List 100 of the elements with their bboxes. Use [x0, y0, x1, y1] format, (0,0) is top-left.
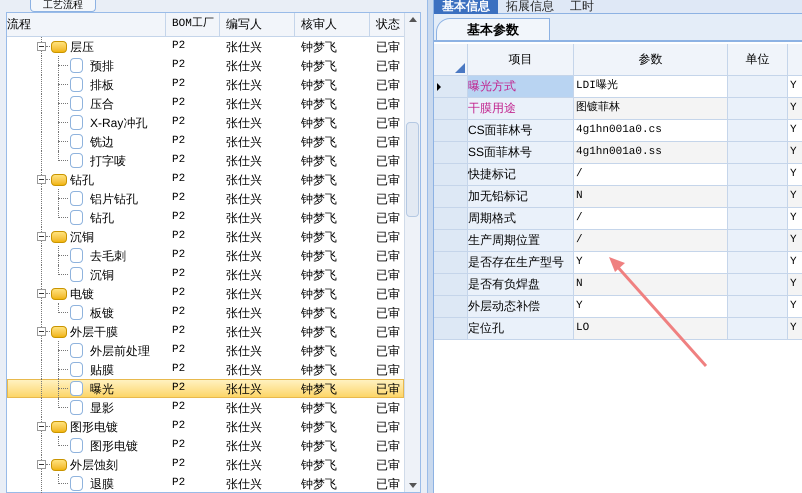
column-header[interactable]: 核审人: [295, 13, 370, 36]
table-cell-text: 已审: [375, 286, 401, 302]
table-cell-text: Y: [789, 233, 797, 248]
node-label[interactable]: 层压: [70, 38, 94, 56]
node-label[interactable]: 图形电镀: [70, 418, 118, 436]
table-cell-text: 张仕兴: [225, 380, 263, 398]
node-label[interactable]: 曝光: [90, 380, 114, 398]
table-cell-text: 钟梦飞: [300, 96, 338, 112]
table-cell: 干膜用途: [468, 98, 574, 119]
column-header[interactable]: 项目: [468, 44, 574, 75]
table-row[interactable]: 曝光方式 LDI曝光 Y: [434, 76, 802, 98]
table-row[interactable]: 是否存在生产型号 Y Y: [434, 252, 802, 274]
node-label[interactable]: 外层干膜: [70, 322, 118, 340]
node-label[interactable]: 显影: [90, 398, 114, 416]
expander-icon[interactable]: [37, 422, 46, 431]
table-cell: [728, 274, 788, 295]
table-cell-text: 钟梦飞: [300, 362, 338, 378]
node-label[interactable]: 图形电镀: [90, 436, 138, 454]
node-label[interactable]: 预排: [90, 56, 114, 74]
node-label[interactable]: 排板: [90, 76, 114, 94]
node-label[interactable]: 外层前处理: [90, 342, 150, 360]
table-cell-text: 张仕兴: [225, 286, 263, 302]
table-row[interactable]: 加无铅标记 N Y: [434, 186, 802, 208]
table-cell-text: P2: [171, 134, 186, 150]
table-row[interactable]: 干膜用途 图镀菲林 Y: [434, 98, 802, 120]
table-cell-text: 钟梦飞: [300, 114, 338, 132]
expander-icon[interactable]: [37, 42, 46, 51]
table-row[interactable]: 外层动态补偿 Y Y: [434, 296, 802, 318]
table-cell-text: 已审: [375, 342, 401, 360]
table-cell-text: 已审: [375, 418, 401, 436]
table-cell: SS面菲林号: [468, 142, 574, 163]
column-header[interactable]: BOM工厂: [166, 13, 220, 36]
table-cell-text: P2: [171, 58, 186, 74]
scroll-down-icon[interactable]: [408, 483, 416, 488]
table-cell: 外层动态补偿: [468, 296, 574, 317]
node-label[interactable]: 去毛刺: [90, 246, 126, 264]
tab[interactable]: 拓展信息: [498, 0, 562, 14]
table-cell: CS面菲林号: [468, 120, 574, 141]
node-label[interactable]: 压合: [90, 94, 114, 112]
table-cell-text: 钟梦飞: [300, 228, 338, 246]
column-header[interactable]: 单位: [728, 44, 788, 75]
node-label[interactable]: 外层蚀刻: [70, 456, 118, 474]
node-label[interactable]: 钻孔: [70, 170, 94, 188]
node-label[interactable]: X-Ray冲孔: [90, 114, 148, 132]
expander-icon[interactable]: [37, 327, 46, 336]
node-label[interactable]: 贴膜: [90, 360, 114, 378]
table-cell-text: 张仕兴: [225, 134, 263, 150]
table-row[interactable]: 是否有负焊盘 N Y: [434, 274, 802, 296]
column-header[interactable]: 流程: [7, 13, 166, 36]
table-row[interactable]: 周期格式 / Y: [434, 208, 802, 230]
node-label[interactable]: 打字唛: [90, 152, 126, 170]
expander-icon[interactable]: [37, 232, 46, 241]
table-cell-text: 钟梦飞: [300, 38, 338, 56]
expander-icon[interactable]: [37, 175, 46, 184]
table-cell-text: 张仕兴: [225, 476, 263, 492]
table-cell-text: P2: [171, 39, 186, 54]
table-row[interactable]: SS面菲林号 4g1hn001a0.ss Y: [434, 142, 802, 164]
folder-icon: [51, 288, 67, 300]
node-label[interactable]: 板镀: [90, 304, 114, 322]
table-cell-text: 已审: [375, 324, 401, 340]
table-cell-text: 钟梦飞: [300, 76, 338, 94]
table-cell-text: 已审: [375, 362, 401, 378]
node-label[interactable]: 沉铜: [90, 266, 114, 284]
table-cell-text: 已审: [375, 152, 401, 170]
table-cell-text: P2: [171, 457, 186, 472]
node-label[interactable]: 铝片钻孔: [90, 190, 138, 208]
table-cell-text: 张仕兴: [225, 304, 263, 322]
scrollbar-thumb[interactable]: [406, 122, 419, 217]
table-cell: 是否有负焊盘: [468, 274, 574, 295]
table-cell-text: 钟梦飞: [300, 324, 338, 340]
expander-icon[interactable]: [37, 460, 46, 469]
table-row[interactable]: 快捷标记 / Y: [434, 164, 802, 186]
table-row[interactable]: 生产周期位置 / Y: [434, 230, 802, 252]
column-header[interactable]: 参数: [574, 44, 728, 75]
table-row[interactable]: CS面菲林号 4g1hn001a0.cs Y: [434, 120, 802, 142]
vertical-scrollbar[interactable]: [404, 13, 420, 492]
subtab[interactable]: 基本参数: [436, 18, 550, 40]
tab[interactable]: 基本信息: [434, 0, 498, 14]
table-cell-text: 张仕兴: [225, 342, 263, 360]
node-label[interactable]: 退膜: [90, 474, 114, 492]
table-cell: 周期格式: [468, 208, 574, 229]
table-cell-text: 张仕兴: [225, 438, 263, 454]
table-cell-text: 已审: [375, 114, 401, 132]
document-icon: [70, 267, 83, 282]
node-label[interactable]: 铣边: [90, 132, 114, 150]
node-label[interactable]: 沉铜: [70, 228, 94, 246]
scroll-up-icon[interactable]: [408, 17, 416, 22]
table-cell-text: Y: [789, 211, 797, 226]
column-header[interactable]: 编写人: [220, 13, 295, 36]
node-label[interactable]: 电镀: [70, 284, 94, 302]
table-cell: 生产周期位置: [468, 230, 574, 251]
row-header[interactable]: [434, 76, 468, 97]
node-label[interactable]: 钻孔: [90, 208, 114, 226]
tab[interactable]: 工时: [562, 0, 602, 14]
table-cell-text: P2: [171, 305, 186, 320]
table-cell-text: 已审: [375, 210, 401, 226]
table-row[interactable]: 定位孔 LO Y: [434, 318, 802, 340]
expander-icon[interactable]: [37, 289, 46, 298]
table-cell-text: 钟梦飞: [300, 248, 338, 264]
selected-row[interactable]: 曝光 P2 张仕兴 钟梦飞 已审: [7, 379, 404, 398]
